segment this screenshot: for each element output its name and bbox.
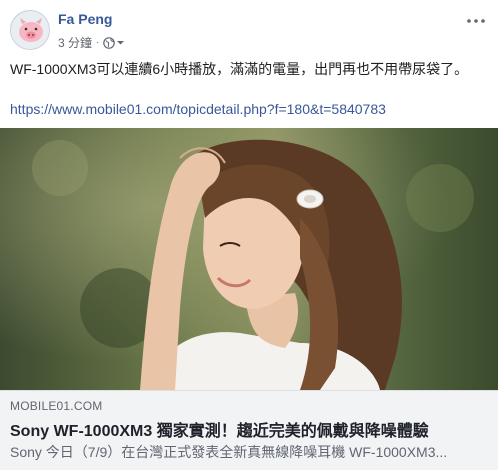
- meta-separator: ·: [96, 37, 100, 48]
- preview-domain: MOBILE01.COM: [10, 399, 103, 413]
- pig-avatar-icon: [11, 11, 49, 49]
- preview-description: Sony 今日（7/9）在台灣正式發表全新真無線降噪耳機 WF-1000XM3.…: [10, 444, 448, 460]
- privacy-selector[interactable]: [103, 36, 125, 49]
- author-avatar[interactable]: [10, 10, 50, 50]
- preview-image[interactable]: [0, 128, 498, 390]
- preview-title[interactable]: Sony WF-1000XM3 獨家實測！趨近完美的佩戴與降噪體驗: [10, 417, 429, 441]
- caret-down-icon: [117, 41, 125, 45]
- woman-wearing-earbuds-photo: [0, 128, 498, 390]
- post-header: Fa Peng 3 分鐘 ·: [0, 0, 498, 56]
- link-preview-card[interactable]: MOBILE01.COM Sony WF-1000XM3 獨家實測！趨近完美的佩…: [0, 390, 498, 470]
- author-name[interactable]: Fa Peng: [58, 11, 112, 27]
- more-options-button[interactable]: [464, 12, 488, 30]
- post-timestamp[interactable]: 3 分鐘: [58, 34, 92, 51]
- facebook-post: Fa Peng 3 分鐘 · WF-1000XM3可以連續6小時播放，滿滿的電量…: [0, 0, 498, 470]
- post-meta: 3 分鐘 ·: [58, 34, 125, 51]
- post-link[interactable]: https://www.mobile01.com/topicdetail.php…: [10, 100, 386, 119]
- globe-icon: [103, 36, 116, 49]
- more-dots-icon: [467, 19, 485, 23]
- post-text: WF-1000XM3可以連續6小時播放，滿滿的電量，出門再也不用帶尿袋了。: [10, 61, 469, 77]
